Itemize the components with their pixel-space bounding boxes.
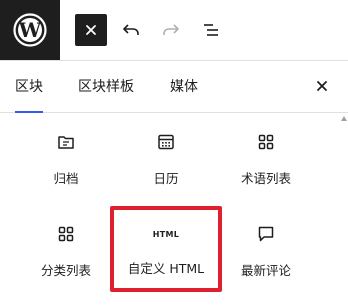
list-view-button[interactable] bbox=[195, 14, 227, 46]
undo-button[interactable] bbox=[115, 14, 147, 46]
active-tab-indicator bbox=[15, 111, 43, 113]
scroll-up-arrow-icon[interactable] bbox=[341, 116, 347, 121]
inserter-tabs: 区块 区块样板 媒体 bbox=[0, 60, 348, 113]
tab-blocks[interactable]: 区块 bbox=[15, 60, 43, 113]
wordpress-logo-button[interactable]: W bbox=[0, 0, 60, 60]
redo-icon bbox=[163, 24, 179, 35]
block-label: 自定义 HTML bbox=[127, 261, 205, 276]
block-archives[interactable]: 归档 bbox=[14, 116, 118, 196]
close-icon bbox=[86, 25, 96, 35]
block-label: 归档 bbox=[53, 171, 79, 186]
wordpress-logo-icon: W bbox=[13, 13, 47, 47]
calendar-icon bbox=[154, 130, 178, 154]
block-calendar[interactable]: 日历 bbox=[114, 116, 218, 196]
tab-label: 媒体 bbox=[170, 79, 198, 95]
grid-icon bbox=[254, 130, 278, 154]
tab-label: 区块 bbox=[15, 79, 43, 95]
list-view-icon bbox=[204, 24, 218, 36]
block-custom-html[interactable]: HTML 自定义 HTML bbox=[110, 206, 222, 292]
close-icon bbox=[317, 81, 327, 91]
tab-media[interactable]: 媒体 bbox=[170, 60, 198, 112]
tab-patterns[interactable]: 区块样板 bbox=[78, 60, 134, 112]
redo-button[interactable] bbox=[155, 14, 187, 46]
html-icon: HTML bbox=[152, 222, 180, 246]
block-label: 术语列表 bbox=[240, 171, 291, 186]
comment-icon bbox=[254, 222, 278, 246]
block-label: 最新评论 bbox=[240, 263, 291, 278]
scrollbar[interactable] bbox=[340, 113, 348, 307]
close-inserter-button[interactable] bbox=[75, 14, 107, 46]
html-icon-text: HTML bbox=[152, 229, 180, 239]
block-categories-list[interactable]: 分类列表 bbox=[14, 208, 118, 288]
close-panel-button[interactable] bbox=[310, 74, 334, 98]
block-label: 日历 bbox=[153, 171, 179, 186]
undo-icon bbox=[123, 24, 139, 35]
svg-text:W: W bbox=[18, 18, 42, 42]
archive-folder-icon bbox=[54, 130, 78, 154]
tab-label: 区块样板 bbox=[78, 79, 134, 95]
block-label: 分类列表 bbox=[40, 263, 91, 278]
editor-toolbar: W bbox=[0, 0, 348, 61]
block-latest-comments[interactable]: 最新评论 bbox=[214, 208, 318, 288]
grid-icon bbox=[54, 222, 78, 246]
block-terms-list[interactable]: 术语列表 bbox=[214, 116, 318, 196]
